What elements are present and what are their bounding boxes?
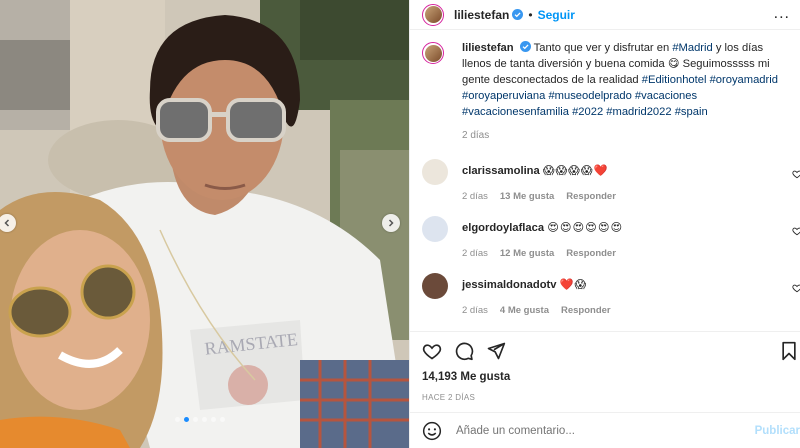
- post-side-panel: liliestefan • Seguir ... liliestefan Tan…: [409, 0, 800, 448]
- hashtag-link[interactable]: #Madrid: [672, 42, 712, 54]
- post-header: liliestefan • Seguir ...: [410, 0, 800, 30]
- author-avatar[interactable]: [422, 3, 444, 26]
- comment-text: 😍😍😍😍😍😍: [547, 222, 624, 234]
- comment-bubble-icon[interactable]: [454, 341, 474, 361]
- verified-badge-icon: [519, 41, 531, 52]
- carousel-dot: [211, 417, 216, 422]
- like-comment-heart-icon[interactable]: [792, 226, 800, 236]
- caption-text: Tanto que ver y disfrutar en: [533, 42, 670, 54]
- post-age: HACE 2 DÍAS: [422, 393, 476, 402]
- carousel-dot: [202, 417, 207, 422]
- like-heart-icon[interactable]: [422, 341, 442, 361]
- share-send-icon[interactable]: [486, 341, 506, 361]
- comment-text: ❤️😱: [559, 279, 588, 291]
- emoji-picker-icon[interactable]: [422, 421, 442, 441]
- instagram-post-modal: RAMSTATE liliestefan • Seguir ... lilies…: [0, 0, 800, 448]
- comment-likes[interactable]: 12 Me gusta: [500, 248, 554, 259]
- carousel-dot: [220, 417, 225, 422]
- caption-avatar[interactable]: [422, 42, 444, 64]
- post-action-bar: [410, 331, 800, 369]
- verified-badge-icon: [512, 9, 524, 20]
- post-caption: liliestefan Tanto que ver y disfrutar en…: [410, 30, 800, 120]
- chevron-right-icon: [388, 219, 394, 227]
- comment-timestamp: 2 días: [462, 191, 488, 202]
- likes-count[interactable]: 14,193 Me gusta: [410, 371, 800, 383]
- comment-timestamp: 2 días: [462, 305, 488, 316]
- add-comment-bar: Publicar: [410, 412, 800, 448]
- commenter-username[interactable]: elgordoylaflaca: [462, 222, 544, 234]
- carousel-indicator: [175, 417, 225, 422]
- like-comment-heart-icon[interactable]: [792, 169, 800, 179]
- comment-item: elgordoylaflaca 😍😍😍😍😍😍 2 días 12 Me gust…: [410, 212, 800, 259]
- comment-timestamp: 2 días: [462, 248, 488, 259]
- like-comment-heart-icon[interactable]: [792, 283, 800, 293]
- carousel-dot: [193, 417, 198, 422]
- selfie-photo: RAMSTATE: [0, 0, 409, 448]
- comments-section[interactable]: liliestefan Tanto que ver y disfrutar en…: [410, 30, 800, 331]
- carousel-dot: [175, 417, 180, 422]
- comment-likes[interactable]: 4 Me gusta: [500, 305, 549, 316]
- follow-button[interactable]: Seguir: [538, 8, 575, 22]
- comment-item: jessimaldonadotv ❤️😱 2 días 4 Me gusta R…: [410, 269, 800, 316]
- commenter-username[interactable]: clarissamolina: [462, 165, 540, 177]
- comment-likes[interactable]: 13 Me gusta: [500, 191, 554, 202]
- comment-text: 😱😱😱😱❤️: [542, 165, 609, 177]
- bookmark-save-icon[interactable]: [780, 341, 798, 361]
- chevron-left-icon: [4, 219, 10, 227]
- commenter-avatar[interactable]: [422, 273, 448, 299]
- commenter-avatar[interactable]: [422, 159, 448, 185]
- reply-button[interactable]: Responder: [566, 248, 616, 259]
- caption-timestamp: 2 días: [462, 130, 490, 141]
- reply-button[interactable]: Responder: [566, 191, 616, 202]
- publish-button[interactable]: Publicar: [755, 425, 800, 437]
- more-options-icon[interactable]: ...: [774, 5, 790, 23]
- header-separator: •: [528, 7, 533, 22]
- next-photo-button[interactable]: [382, 214, 400, 232]
- author-username[interactable]: liliestefan: [454, 8, 509, 22]
- comment-item: clarissamolina 😱😱😱😱❤️ 2 días 13 Me gusta…: [410, 155, 800, 202]
- comment-input[interactable]: [456, 424, 716, 437]
- post-photo[interactable]: RAMSTATE: [0, 0, 409, 448]
- carousel-dot-active: [184, 417, 189, 422]
- commenter-username[interactable]: jessimaldonadotv: [462, 279, 557, 291]
- caption-username[interactable]: liliestefan: [462, 42, 514, 54]
- commenter-avatar[interactable]: [422, 216, 448, 242]
- reply-button[interactable]: Responder: [561, 305, 611, 316]
